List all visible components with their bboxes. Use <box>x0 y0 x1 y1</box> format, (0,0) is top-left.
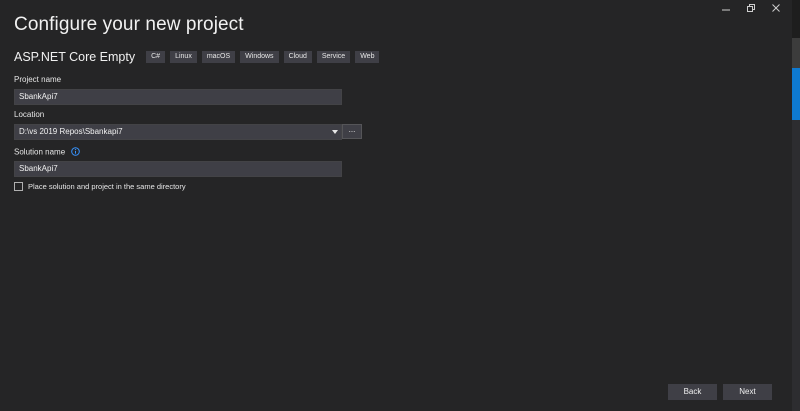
configure-project-window: Configure your new project ASP.NET Core … <box>0 0 800 411</box>
window-controls <box>713 0 788 18</box>
dropdown-arrow-icon[interactable] <box>332 125 338 139</box>
tag-macos: macOS <box>201 51 236 63</box>
same-directory-checkbox[interactable] <box>14 182 23 191</box>
project-name-input[interactable] <box>14 89 342 105</box>
template-name: ASP.NET Core Empty <box>14 50 136 64</box>
minimize-button[interactable] <box>713 0 738 16</box>
tag-service: Service <box>316 51 351 63</box>
close-icon <box>771 4 780 12</box>
tag-cloud: Cloud <box>283 51 312 63</box>
minimize-icon <box>721 9 730 11</box>
template-tags: C# Linux macOS Windows Cloud Service Web <box>146 51 380 63</box>
location-combobox[interactable]: D:\vs 2019 Repos\Sbankapi7 <box>14 124 342 140</box>
browse-location-button[interactable]: ... <box>342 124 362 139</box>
tag-csharp: C# <box>146 51 166 63</box>
location-value: D:\vs 2019 Repos\Sbankapi7 <box>19 127 123 136</box>
back-button[interactable]: Back <box>668 384 717 400</box>
tag-linux: Linux <box>170 51 197 63</box>
tag-windows: Windows <box>240 51 279 63</box>
restore-button[interactable] <box>738 0 763 16</box>
solution-name-label: Solution name <box>14 147 66 157</box>
info-icon[interactable] <box>71 147 81 158</box>
next-button[interactable]: Next <box>723 384 772 400</box>
template-summary: ASP.NET Core Empty C# Linux macOS Window… <box>14 50 380 64</box>
project-name-label: Project name <box>14 75 62 84</box>
location-label: Location <box>14 110 45 119</box>
restore-icon <box>746 4 755 12</box>
tag-web: Web <box>355 51 380 63</box>
page-title: Configure your new project <box>14 14 244 35</box>
solution-name-label-row: Solution name <box>14 147 81 158</box>
solution-name-input[interactable] <box>14 161 342 177</box>
same-directory-label: Place solution and project in the same d… <box>28 182 186 191</box>
background-window-edge <box>792 0 800 411</box>
same-directory-option[interactable]: Place solution and project in the same d… <box>14 182 186 191</box>
close-button[interactable] <box>763 0 788 16</box>
